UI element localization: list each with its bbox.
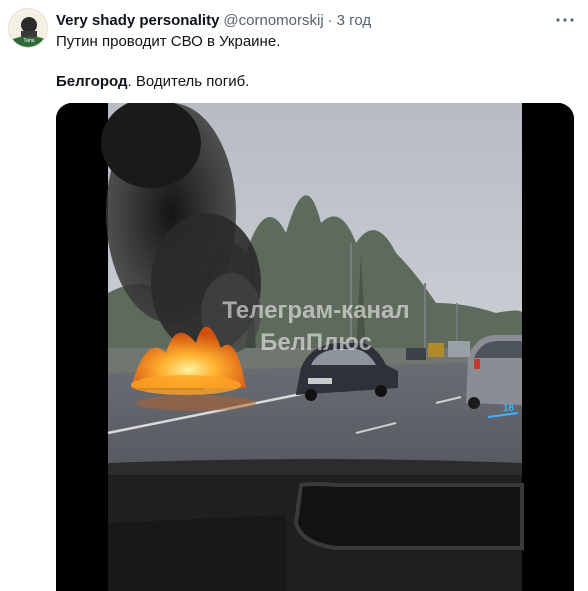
avatar[interactable]: Типа (8, 8, 48, 48)
tweet-header: Very shady personality @cornomorskij · 3… (56, 10, 371, 30)
video-frame: 18 Телеграм-канал БелПлюс (101, 103, 524, 591)
video-media[interactable]: 18 Телеграм-канал БелПлюс (56, 103, 574, 591)
display-name[interactable]: Very shady personality (56, 12, 219, 29)
watermark-line2: БелПлюс (260, 329, 372, 356)
tweet[interactable]: Типа Very shady personality @cornomorski… (0, 0, 588, 591)
watermark-line1: Телеграм-канал (222, 297, 409, 324)
place-name: Белгород (56, 73, 128, 90)
tweet-text-rest: . Водитель погиб. (127, 73, 250, 90)
speed-readout: 18 (503, 403, 515, 414)
timestamp[interactable]: 3 год (337, 12, 371, 29)
tweet-text-line2: Белгород. Водитель погиб. (56, 72, 249, 92)
separator-dot: · (327, 11, 333, 29)
user-handle[interactable]: @cornomorskij (223, 12, 323, 29)
avatar-label: Типа (23, 38, 34, 44)
tweet-text-line1: Путин проводит СВО в Украине. (56, 33, 281, 50)
more-horizontal-icon[interactable] (555, 10, 575, 30)
